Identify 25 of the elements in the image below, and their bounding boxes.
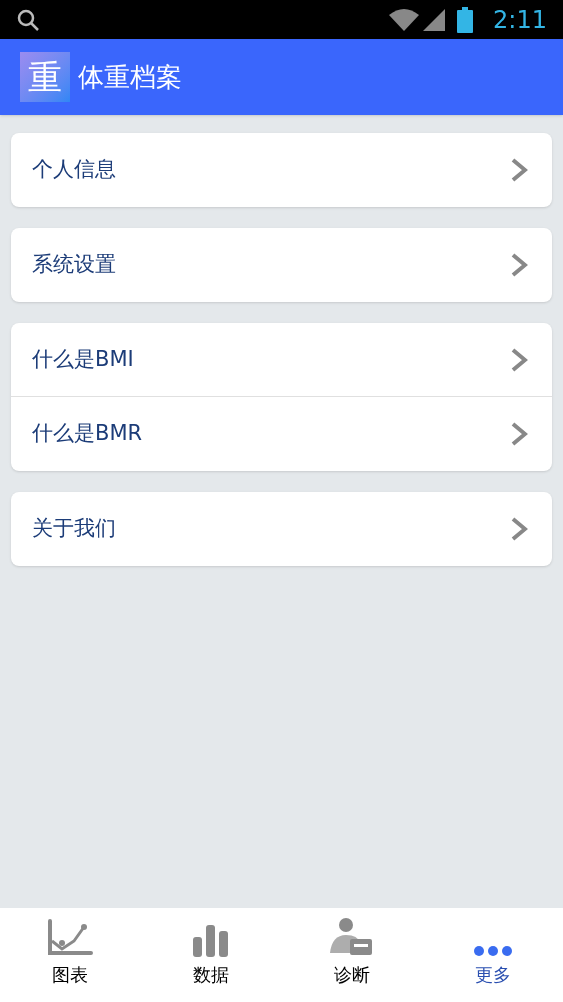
menu-item[interactable]: 什么是BMR (11, 397, 552, 471)
app-title: 体重档案 (78, 60, 182, 94)
battery-icon (457, 6, 474, 33)
menu-item[interactable]: 关于我们 (11, 492, 552, 566)
search-icon (16, 7, 40, 32)
menu-item[interactable]: 系统设置 (11, 228, 552, 302)
chevron-right-icon (510, 516, 528, 542)
clock: 2:11 (493, 4, 547, 36)
app-logo: 重 (20, 52, 70, 102)
nav-tab[interactable]: 更多 (422, 908, 563, 1002)
chevron-right-icon (510, 346, 528, 373)
wifi-icon (389, 8, 420, 31)
nav-tab[interactable]: 图表 (0, 908, 141, 1002)
chevron-right-icon (510, 157, 528, 183)
menu-item[interactable]: 个人信息 (11, 133, 552, 207)
signal-icon (423, 8, 446, 31)
line-chart-icon (47, 919, 94, 957)
nav-tab[interactable]: 数据 (140, 908, 282, 1002)
menu-item[interactable]: 什么是BMI (11, 323, 552, 397)
chevron-right-icon (510, 421, 528, 447)
person-card-icon (329, 917, 374, 957)
bar-chart-icon (192, 923, 231, 957)
chevron-right-icon (510, 252, 528, 278)
more-icon (472, 945, 513, 957)
nav-tab[interactable]: 诊断 (281, 908, 423, 1002)
